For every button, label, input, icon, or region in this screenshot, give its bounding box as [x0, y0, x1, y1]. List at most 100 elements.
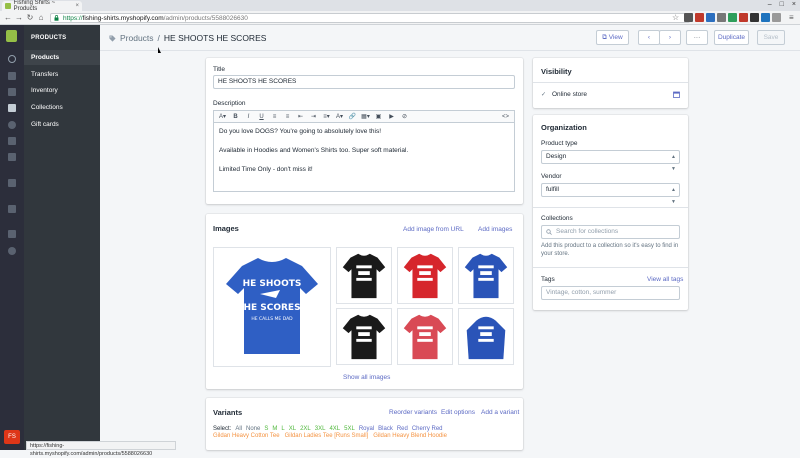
duplicate-button[interactable]: Duplicate [714, 30, 749, 45]
close-window-icon[interactable]: × [792, 1, 796, 8]
extension-icon[interactable] [750, 13, 759, 22]
italic-button[interactable]: I [244, 114, 253, 120]
minimize-icon[interactable]: – [768, 1, 772, 8]
extension-icon[interactable] [717, 13, 726, 22]
product-image-thumbnail[interactable] [458, 247, 514, 304]
align-dropdown[interactable]: ≡▾ [322, 113, 331, 120]
bold-button[interactable]: B [231, 114, 240, 120]
customers-icon[interactable] [8, 121, 16, 129]
save-button[interactable]: Save [757, 30, 785, 45]
online-store-icon[interactable] [8, 205, 16, 213]
subnav-item-collections[interactable]: Collections [24, 100, 100, 115]
calendar-icon[interactable] [673, 91, 680, 98]
select-none-link[interactable]: None [246, 426, 260, 432]
select-size-l[interactable]: L [281, 426, 284, 432]
subnav-item-gift-cards[interactable]: Gift cards [24, 117, 100, 132]
show-all-images-link[interactable]: Show all images [343, 374, 390, 381]
extension-icon[interactable] [739, 13, 748, 22]
select-size-xl[interactable]: XL [289, 426, 296, 432]
browser-tab[interactable]: Fishing Shirts ~ Products × [2, 0, 82, 12]
product-image-thumbnail[interactable] [458, 308, 514, 365]
product-type-select[interactable]: Design ▲ ▼ [541, 150, 680, 172]
products-tag-icon[interactable] [8, 104, 16, 112]
shopify-logo-icon[interactable] [6, 30, 17, 42]
reload-icon[interactable]: ↻ [25, 13, 35, 23]
insert-link-button[interactable]: 🔗 [348, 113, 357, 120]
select-size-s[interactable]: S [264, 426, 268, 432]
html-source-button[interactable]: <> [501, 114, 510, 120]
select-size-4xl[interactable]: 4XL [329, 426, 340, 432]
collections-search-input[interactable]: Search for collections [541, 225, 680, 239]
subnav-item-products[interactable]: Products [24, 50, 100, 65]
select-style-ladies-tee[interactable]: Gildan Ladies Tee [Runs Small] [285, 433, 369, 439]
bookmark-star-icon[interactable]: ☆ [672, 13, 679, 22]
select-style-hoodie[interactable]: Gildan Heavy Blend Hoodie [373, 433, 447, 439]
avatar[interactable]: FS [4, 430, 20, 444]
outdent-button[interactable]: ⇤ [296, 113, 305, 120]
home-icon[interactable]: ⌂ [36, 13, 46, 23]
view-all-tags-link[interactable]: View all tags [647, 276, 683, 283]
bulleted-list-button[interactable]: ≡ [270, 114, 279, 120]
breadcrumb-products-link[interactable]: Products [120, 33, 154, 43]
reorder-variants-link[interactable]: Reorder variants [389, 409, 437, 416]
insert-table-dropdown[interactable]: ▦▾ [361, 113, 370, 120]
more-actions-button[interactable]: ··· [686, 30, 708, 45]
subnav-item-transfers[interactable]: Transfers [24, 67, 100, 82]
title-input[interactable]: HE SHOOTS HE SCORES [213, 75, 515, 89]
product-image-main[interactable]: HE SHOOTS HE SCORES HE CALLS ME DAD [213, 247, 331, 367]
product-image-thumbnail[interactable] [336, 247, 392, 304]
reports-icon[interactable] [8, 137, 16, 145]
text-color-dropdown[interactable]: A▾ [335, 113, 344, 120]
extension-icon[interactable] [684, 13, 693, 22]
extension-icon[interactable] [772, 13, 781, 22]
close-tab-icon[interactable]: × [75, 3, 79, 9]
extension-icon[interactable] [706, 13, 715, 22]
view-button[interactable]: ⧉ View [596, 30, 629, 45]
clear-formatting-button[interactable]: ⊘ [400, 113, 409, 120]
select-size-5xl[interactable]: 5XL [344, 426, 355, 432]
previous-product-button[interactable]: ‹ [638, 30, 660, 45]
font-size-dropdown[interactable]: A▾ [218, 113, 227, 120]
select-size-3xl[interactable]: 3XL [315, 426, 326, 432]
select-color-royal[interactable]: Royal [359, 426, 374, 432]
product-image-thumbnail[interactable] [397, 247, 453, 304]
settings-gear-icon[interactable] [8, 247, 16, 255]
search-icon[interactable] [8, 55, 16, 63]
extension-icon[interactable] [728, 13, 737, 22]
underline-button[interactable]: U [257, 114, 266, 120]
indent-button[interactable]: ⇥ [309, 113, 318, 120]
browser-menu-icon[interactable]: ≡ [789, 13, 794, 22]
numbered-list-button[interactable]: ≡ [283, 114, 292, 120]
address-bar[interactable]: https://fishing-shirts.myshopify.com/adm… [50, 13, 690, 23]
select-size-2xl[interactable]: 2XL [300, 426, 311, 432]
add-variant-link[interactable]: Add a variant [481, 409, 519, 416]
orders-icon[interactable] [8, 88, 16, 96]
edit-options-link[interactable]: Edit options [441, 409, 475, 416]
add-images-link[interactable]: Add images [478, 226, 512, 233]
select-size-m[interactable]: M [272, 426, 277, 432]
add-image-from-url-link[interactable]: Add image from URL [403, 226, 464, 233]
apps-icon[interactable] [8, 230, 16, 238]
insert-video-button[interactable]: ▶ [387, 113, 396, 120]
select-color-red[interactable]: Red [397, 426, 408, 432]
home-icon[interactable] [8, 72, 16, 80]
extension-icon[interactable] [695, 13, 704, 22]
insert-image-button[interactable]: ▣ [374, 113, 383, 120]
product-image-thumbnail[interactable] [336, 308, 392, 365]
vendor-select[interactable]: fulfill ▲ ▼ [541, 183, 680, 205]
select-color-black[interactable]: Black [378, 426, 393, 432]
select-color-cherry-red[interactable]: Cherry Red [412, 426, 443, 432]
next-product-button[interactable]: › [659, 30, 681, 45]
back-icon[interactable]: ← [3, 13, 13, 23]
description-editor[interactable]: Do you love DOGS? You're going to absolu… [213, 122, 515, 192]
subnav-item-inventory[interactable]: Inventory [24, 83, 100, 98]
maximize-icon[interactable]: □ [780, 1, 784, 8]
extension-icon[interactable] [761, 13, 770, 22]
sales-channels-icon[interactable] [8, 179, 16, 187]
product-image-thumbnail[interactable] [397, 308, 453, 365]
discounts-icon[interactable] [8, 153, 16, 161]
select-all-link[interactable]: All [235, 426, 242, 432]
tags-input[interactable]: Vintage, cotton, summer [541, 286, 680, 300]
select-style-heavy-cotton[interactable]: Gildan Heavy Cotton Tee [213, 433, 280, 439]
forward-icon[interactable]: → [14, 13, 24, 23]
